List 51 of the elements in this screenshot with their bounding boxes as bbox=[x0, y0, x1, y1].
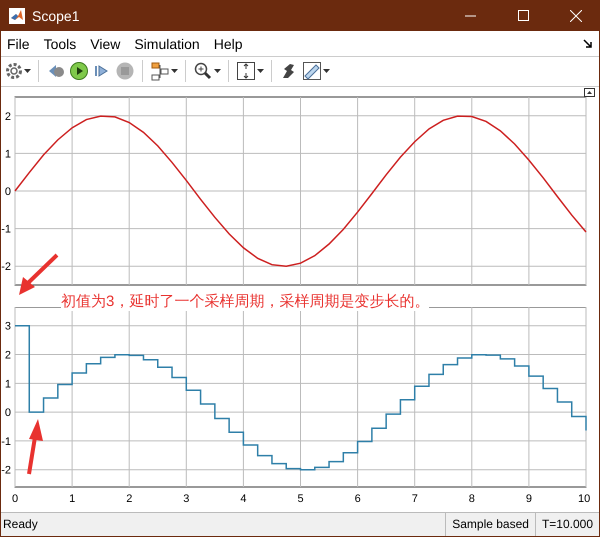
maximize-icon[interactable] bbox=[518, 10, 528, 21]
axis-tick-label: 5 bbox=[298, 492, 304, 505]
axis-tick-label: 10 bbox=[578, 492, 590, 505]
menu-item[interactable]: File bbox=[7, 36, 30, 52]
axis-tick-label: 0 bbox=[4, 186, 11, 198]
stop-icon[interactable] bbox=[115, 61, 135, 82]
caret-icon[interactable] bbox=[323, 69, 330, 74]
time-text: T=10.000 bbox=[534, 512, 599, 536]
axis-tick-label: 1 bbox=[4, 378, 11, 390]
close-icon[interactable] bbox=[570, 10, 582, 22]
axis-tick-label: 7 bbox=[412, 492, 418, 505]
caret-icon[interactable] bbox=[257, 69, 264, 74]
block-diagram-icon[interactable] bbox=[150, 61, 170, 82]
undock-arrow-icon[interactable] bbox=[583, 38, 593, 49]
axis-tick-label: 4 bbox=[240, 492, 247, 505]
axis-tick-label: 1 bbox=[4, 148, 11, 160]
axis-tick-label: -1 bbox=[1, 436, 11, 448]
caret-icon[interactable] bbox=[171, 69, 178, 74]
axis-tick-label: -1 bbox=[1, 223, 11, 236]
caret-icon[interactable] bbox=[214, 69, 221, 74]
axis-tick-label: -2 bbox=[1, 464, 11, 476]
zoom-in-icon[interactable] bbox=[193, 61, 213, 82]
axis-tick-label: 8 bbox=[468, 492, 475, 505]
run-icon[interactable] bbox=[69, 61, 89, 82]
axis-tick-label: 0 bbox=[12, 492, 18, 505]
axis-tick-label: 2 bbox=[126, 492, 132, 505]
arrow-drawing bbox=[27, 418, 43, 474]
axis-tick-label: -2 bbox=[1, 260, 11, 273]
sample-mode-text: Sample based bbox=[445, 512, 535, 536]
caret-icon[interactable] bbox=[24, 69, 31, 74]
menu-item[interactable]: Tools bbox=[44, 36, 76, 52]
menu-item[interactable]: Simulation bbox=[134, 36, 200, 52]
axis-tick-label: 2 bbox=[4, 110, 11, 122]
axis-tick-label: 2 bbox=[4, 349, 11, 362]
undock-icon[interactable] bbox=[584, 88, 595, 97]
axis-tick-label: 3 bbox=[183, 492, 190, 505]
axis-tick-label: 1 bbox=[69, 492, 76, 505]
window-title: Scope1 bbox=[32, 8, 80, 24]
menu-item[interactable]: Help bbox=[214, 36, 243, 52]
status-text: Ready bbox=[2, 516, 39, 533]
matlab-logo-icon bbox=[9, 8, 25, 24]
settings-icon[interactable] bbox=[5, 62, 23, 80]
ruler-icon[interactable] bbox=[302, 61, 322, 82]
axis-tick-label: 6 bbox=[354, 492, 361, 505]
annotation-text: 初值为3，延时了一个采样周期，采样周期是变步长的。 bbox=[61, 292, 430, 311]
fit-axes-icon[interactable] bbox=[236, 61, 256, 82]
axis-tick-label: 0 bbox=[4, 406, 11, 419]
axis-tick-label: 3 bbox=[4, 320, 11, 332]
menu-item[interactable]: View bbox=[90, 36, 120, 52]
arrow-drawing bbox=[19, 253, 58, 295]
axis-tick-label: 9 bbox=[526, 492, 532, 505]
